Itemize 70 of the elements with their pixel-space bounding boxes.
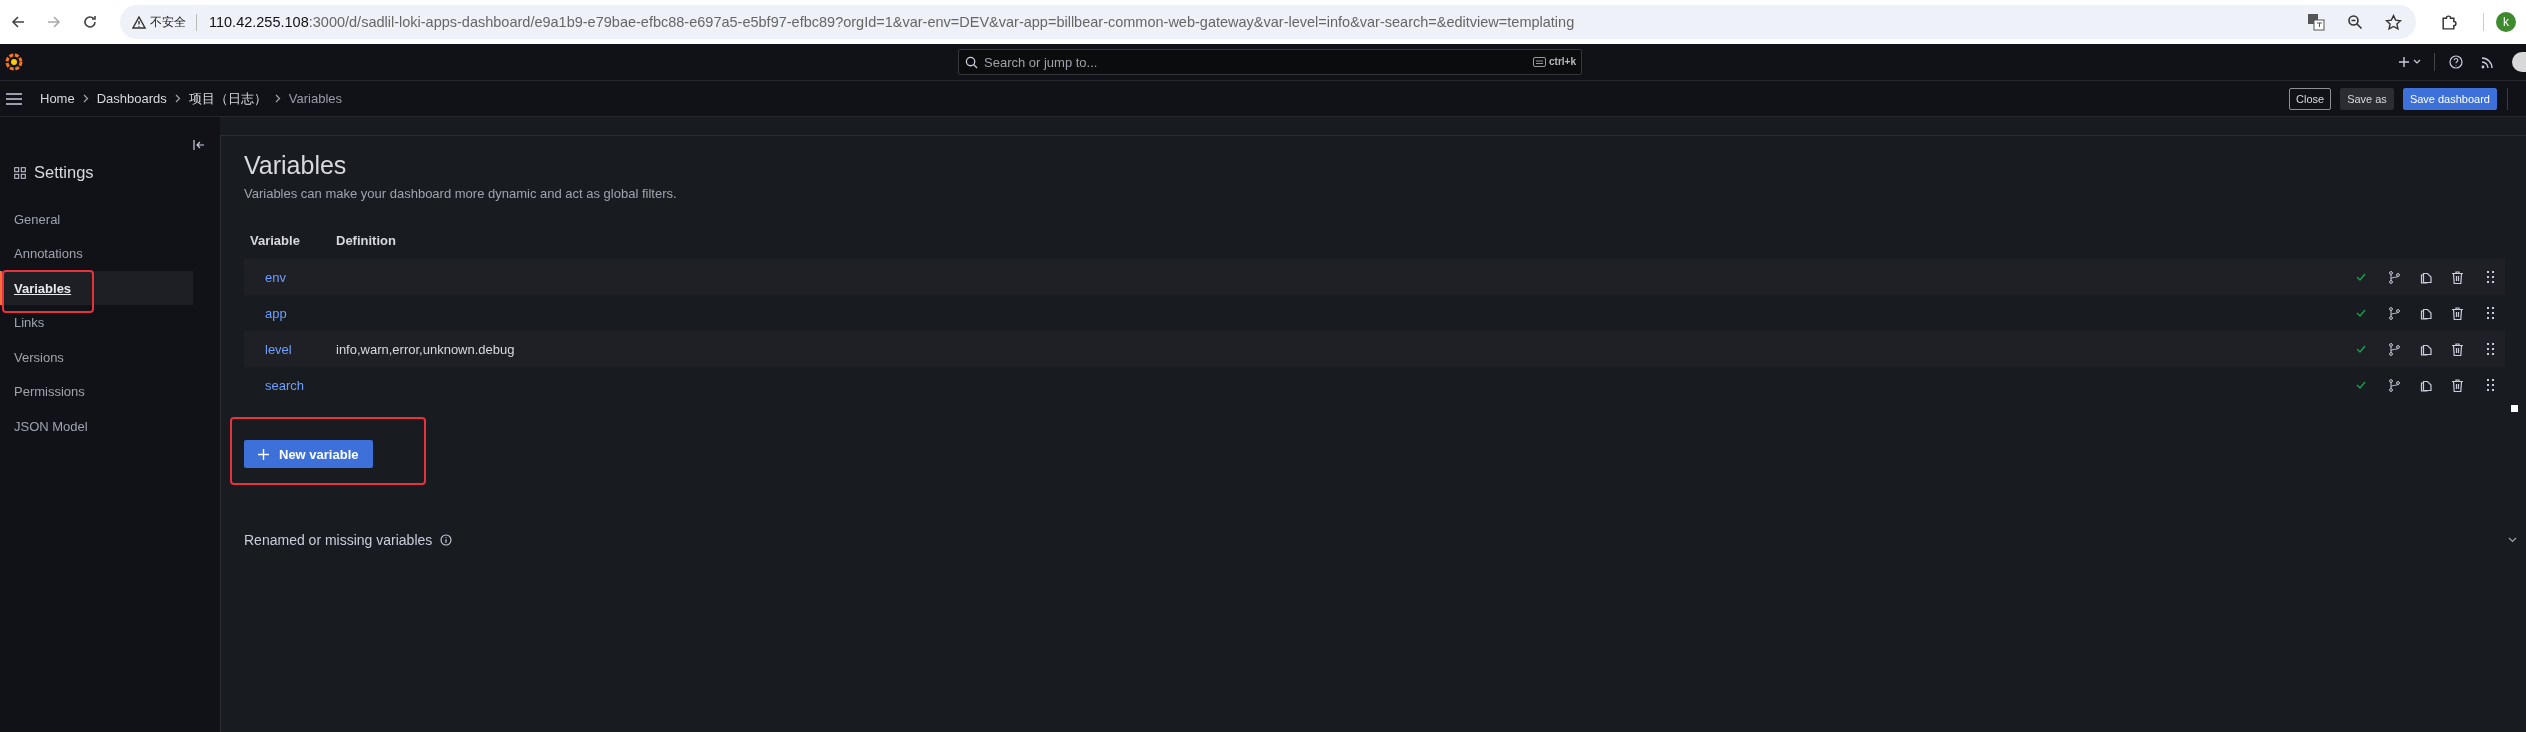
reload-icon[interactable] [82,14,98,30]
security-warning[interactable]: 不安全 [132,13,197,31]
toolbar-button[interactable]: Close [2289,87,2332,110]
page-title: Variables [244,150,348,180]
duplicate-icon[interactable] [2420,270,2432,284]
delete-icon[interactable] [2452,342,2463,356]
duplicate-icon[interactable] [2420,378,2432,392]
menu-icon[interactable] [6,92,22,105]
sidebar-item[interactable]: Variables [0,271,193,306]
variable-link[interactable]: env [244,269,336,285]
section-title: Renamed or missing variables [244,532,433,548]
add-menu-icon[interactable] [2398,55,2422,69]
sidebar-item[interactable]: General [0,202,193,237]
star-icon[interactable] [2385,13,2402,31]
variable-link[interactable]: app [244,305,336,321]
shortcut-hint: ctrl+k [1533,56,1576,67]
profile-avatar[interactable]: k [2496,12,2516,32]
drag-handle-icon[interactable] [2487,271,2495,283]
duplicate-icon[interactable] [2420,306,2432,320]
back-icon[interactable] [10,14,26,30]
branch-icon[interactable] [2389,306,2400,320]
delete-icon[interactable] [2452,378,2463,392]
branch-icon[interactable] [2389,342,2400,356]
breadcrumb-link[interactable]: 项目（日志） [188,89,267,108]
variable-link[interactable]: level [244,341,336,357]
variable-definition: info,warn,error,unknown.debug [336,341,515,357]
rss-icon[interactable] [2481,55,2494,69]
variable-link[interactable]: search [244,377,336,393]
chevron-icon [174,94,181,103]
url-text: 110.42.255.108:3000/d/sadlil-loki-apps-dashboard/e9a1b9-e79bae-efbc88-e697a5-e5bf97-efbc89?orgId=1&var-env=DEV&var-app=billbear-common-web-gateway&var-level=info&var-search=&editview=templating [209,14,1575,30]
delete-icon[interactable] [2452,270,2463,284]
logo-icon[interactable] [4,52,24,72]
address-bar[interactable]: 不安全 110.42.255.108:3000/d/sadlil-loki-apps-dashboard/e9a1b9-e79bae-efbc88-e697a5-e5bf97-efbc89?orgId=1&var-env=DEV&var-app=billbear-common-web-gateway&var-level=info&var-search=&editview=templating [120,5,2416,39]
breadcrumb-link[interactable]: Dashboards [96,91,167,106]
chevron-icon [82,94,89,103]
help-icon[interactable] [2449,55,2463,69]
info-icon [440,534,453,546]
toolbar-button[interactable]: Save as [2340,87,2394,110]
search-icon [965,56,978,69]
translate-icon[interactable] [2307,13,2325,31]
sidebar-title: Settings [34,163,94,182]
toolbar-button[interactable]: Save dashboard [2402,87,2497,110]
drag-handle-icon[interactable] [2487,307,2495,319]
new-variable-button[interactable]: New variable [244,440,373,468]
user-avatar[interactable] [2512,52,2526,72]
sidebar-item[interactable]: Permissions [0,374,193,409]
collapse-icon[interactable] [193,140,205,150]
sidebar-item[interactable]: Annotations [0,236,193,271]
page-description: Variables can make your dashboard more dynamic and act as global filters. [244,186,678,201]
branch-icon[interactable] [2389,378,2400,392]
chevron-icon [274,94,281,103]
sidebar-item[interactable]: JSON Model [0,409,193,444]
drag-handle-icon[interactable] [2487,343,2495,355]
extensions-icon[interactable] [2440,13,2457,31]
duplicate-icon[interactable] [2420,342,2432,356]
grid-icon [14,166,26,179]
column-header: Definition [336,232,396,248]
delete-icon[interactable] [2452,306,2463,320]
plus-icon [258,448,269,460]
sidebar-item[interactable]: Versions [0,340,193,375]
branch-icon[interactable] [2389,270,2400,284]
column-header: Variable [249,232,301,248]
warning-icon [132,15,146,29]
expand-chevron-icon[interactable] [2508,537,2517,543]
breadcrumb-link[interactable]: Home [40,91,75,106]
scroll-marker [2511,405,2518,412]
keyboard-icon [1533,56,1547,67]
drag-handle-icon[interactable] [2487,379,2495,391]
zoom-icon[interactable] [2347,14,2363,30]
sidebar-item[interactable]: Links [0,305,193,340]
